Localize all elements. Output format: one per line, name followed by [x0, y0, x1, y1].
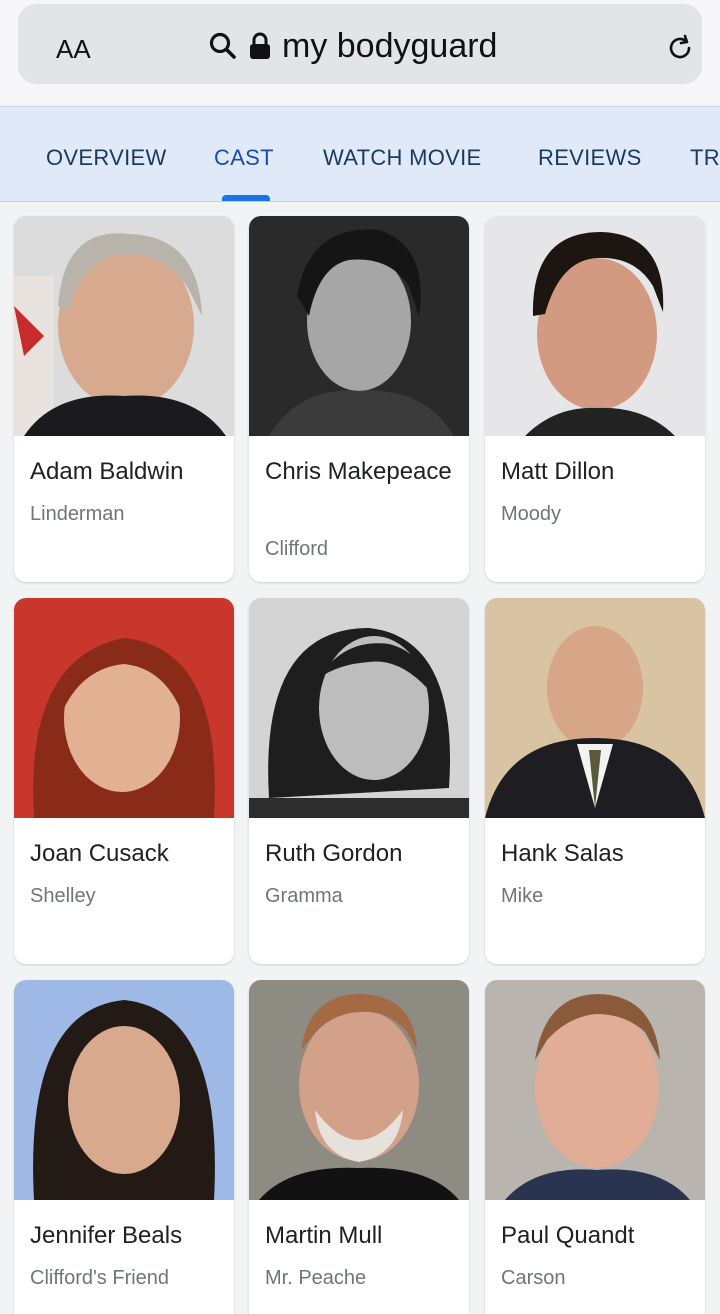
text-size-button[interactable]: AA — [56, 34, 91, 65]
cast-photo — [485, 598, 705, 818]
cast-card[interactable]: Matt Dillon Moody — [485, 216, 705, 582]
url-text: my bodyguard — [282, 26, 498, 65]
character-name: Mr. Peache — [265, 1267, 367, 1289]
character-name: Moody — [501, 503, 562, 525]
address-bar[interactable]: AA my bodyguard — [18, 4, 702, 84]
cast-card[interactable]: Jennifer Beals Clifford's Friend — [14, 980, 234, 1314]
actor-name: Joan Cusack — [30, 840, 169, 867]
browser-toolbar: AA my bodyguard — [0, 0, 720, 104]
lock-icon — [250, 32, 270, 59]
actor-name: Paul Quandt — [501, 1222, 635, 1249]
active-tab-indicator — [222, 195, 270, 201]
cast-photo — [249, 216, 469, 436]
actor-name: Martin Mull — [265, 1222, 383, 1249]
tab-watch-movie[interactable]: WATCH MOVIE — [323, 145, 482, 171]
cast-card[interactable]: Joan Cusack Shelley — [14, 598, 234, 964]
actor-name: Matt Dillon — [501, 458, 615, 485]
actor-name: Adam Baldwin — [30, 458, 184, 485]
tab-cast[interactable]: CAST — [214, 145, 274, 171]
actor-name: Ruth Gordon — [265, 840, 403, 867]
search-icon — [209, 32, 236, 59]
cast-card[interactable]: Paul Quandt Carson — [485, 980, 705, 1314]
cast-card[interactable]: Ruth Gordon Gramma — [249, 598, 469, 964]
character-name: Gramma — [265, 885, 343, 907]
actor-name: Chris Makepeace — [265, 458, 452, 485]
cast-photo — [14, 980, 234, 1200]
character-name: Carson — [501, 1267, 566, 1289]
reload-icon[interactable] — [664, 32, 696, 64]
tab-overview[interactable]: OVERVIEW — [46, 145, 167, 171]
tab-reviews[interactable]: REVIEWS — [538, 145, 642, 171]
cast-card[interactable]: Adam Baldwin Linderman — [14, 216, 234, 582]
actor-name: Jennifer Beals — [30, 1222, 183, 1249]
cast-photo — [249, 980, 469, 1200]
cast-photo — [14, 216, 234, 436]
character-name: Shelley — [30, 885, 96, 907]
character-name: Clifford's Friend — [30, 1267, 170, 1289]
cast-card[interactable]: Chris Makepeace Clifford — [249, 216, 469, 582]
cast-photo — [485, 216, 705, 436]
cast-photo — [249, 598, 469, 818]
actor-name: Hank Salas — [501, 840, 624, 867]
character-name: Mike — [501, 885, 544, 907]
cast-photo — [485, 980, 705, 1200]
cast-photo — [14, 598, 234, 818]
character-name: Clifford — [265, 538, 328, 560]
character-name: Linderman — [30, 503, 125, 525]
url-display[interactable]: my bodyguard — [208, 26, 497, 66]
tab-bar: OVERVIEW CAST WATCH MOVIE REVIEWS TR — [0, 106, 720, 202]
cast-card[interactable]: Martin Mull Mr. Peache — [249, 980, 469, 1314]
tab-trailers[interactable]: TR — [690, 145, 720, 171]
cast-card[interactable]: Hank Salas Mike — [485, 598, 705, 964]
